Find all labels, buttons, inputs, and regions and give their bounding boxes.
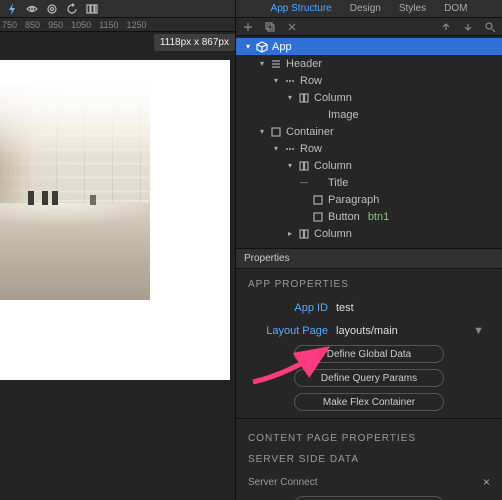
tree-node-label: Button [328, 211, 360, 223]
leaf-icon [312, 177, 324, 189]
side-panel: App Structure Design Styles DOM ▾ App ▾ Hea… [235, 0, 502, 500]
tree-node-app[interactable]: ▾ App [236, 38, 502, 55]
canvas-image[interactable] [0, 85, 150, 300]
tree-node-title[interactable]: — Title [236, 174, 502, 191]
prop-app-id: App ID test [236, 296, 502, 319]
chevron-down-icon[interactable]: ▾ [272, 144, 280, 153]
chevron-down-icon[interactable]: ▾ [244, 42, 252, 51]
square-icon [270, 126, 282, 138]
define-query-params-button[interactable]: Define Query Params [294, 369, 444, 387]
ruler-horizontal: 750 850 950 1050 1150 1250 [0, 18, 235, 32]
tree-node-row[interactable]: ▾ Row [236, 140, 502, 157]
prop-layout-page: Layout Page layouts/main ▼ [236, 319, 502, 342]
tree-node-button[interactable]: Button btn1 [236, 208, 502, 225]
select-server-action-button[interactable]: Select Server Action [294, 496, 444, 500]
tree-node-label: Column [314, 160, 352, 172]
group-app-properties: APP PROPERTIES [236, 269, 502, 296]
dots-icon [284, 75, 296, 87]
columns-icon[interactable] [86, 3, 98, 15]
tree-node-label: App [272, 41, 292, 53]
tab-dom[interactable]: DOM [444, 3, 467, 14]
properties-header: Properties [236, 248, 502, 269]
tree-node-id: btn1 [368, 211, 389, 223]
tree-node-image[interactable]: Image [236, 106, 502, 123]
chevron-down-icon[interactable]: ▼ [473, 325, 490, 337]
close-icon[interactable]: × [483, 475, 490, 489]
chevron-right-icon[interactable]: ▸ [286, 229, 294, 238]
tree-node-column[interactable]: ▾ Column [236, 157, 502, 174]
bars-icon [270, 58, 282, 70]
panel-toolbar [236, 18, 502, 36]
label-layout-page: Layout Page [248, 325, 328, 337]
tab-app-structure[interactable]: App Structure [271, 3, 332, 14]
tree-node-label: Title [328, 177, 348, 189]
properties-panel: APP PROPERTIES App ID test Layout Page l… [236, 269, 502, 500]
component-tree[interactable]: ▾ App ▾ Header ▾ Row ▾ Column Image ▾ Container ▾ Ro… [236, 36, 502, 248]
chevron-down-icon[interactable]: ▾ [258, 59, 266, 68]
column-icon [298, 92, 310, 104]
move-down-icon[interactable] [462, 21, 474, 33]
group-content-page: CONTENT PAGE PROPERTIES [236, 423, 502, 450]
eye-icon[interactable] [26, 3, 38, 15]
tree-node-label: Row [300, 75, 322, 87]
duplicate-icon[interactable] [264, 21, 276, 33]
lightning-icon[interactable] [6, 3, 18, 15]
target-icon[interactable] [46, 3, 58, 15]
chevron-down-icon[interactable]: ▾ [286, 93, 294, 102]
chevron-down-icon[interactable]: ▾ [272, 76, 280, 85]
tree-node-header[interactable]: ▾ Header [236, 55, 502, 72]
tab-styles[interactable]: Styles [399, 3, 426, 14]
group-server-side: SERVER SIDE DATA [236, 450, 502, 471]
tree-node-label: Column [314, 92, 352, 104]
tree-node-label: Header [286, 58, 322, 70]
tree-node-label: Image [328, 109, 359, 121]
server-connect-label: Server Connect [248, 477, 317, 488]
tree-node-row[interactable]: ▾ Row [236, 72, 502, 89]
canvas-preview: 750 850 950 1050 1150 1250 1118px x 867p… [0, 0, 235, 500]
tree-node-column[interactable]: ▸ Column [236, 225, 502, 242]
leaf-icon [312, 211, 324, 223]
label-app-id: App ID [248, 302, 328, 314]
make-flex-container-button[interactable]: Make Flex Container [294, 393, 444, 411]
move-up-icon[interactable] [440, 21, 452, 33]
column-icon [298, 160, 310, 172]
canvas-size-tooltip: 1118px x 867px [154, 34, 235, 51]
search-icon[interactable] [484, 21, 496, 33]
leaf-icon [312, 194, 324, 206]
chevron-down-icon[interactable]: ▾ [258, 127, 266, 136]
tree-node-label: Paragraph [328, 194, 379, 206]
chevron-down-icon[interactable]: ▾ [286, 161, 294, 170]
define-global-data-button[interactable]: Define Global Data [294, 345, 444, 363]
leaf-icon [312, 109, 324, 121]
dots-icon [284, 143, 296, 155]
delete-icon[interactable] [286, 21, 298, 33]
server-connect-row: Server Connect × [236, 471, 502, 493]
input-app-id[interactable]: test [336, 299, 490, 316]
tree-node-label: Container [286, 126, 334, 138]
tree-node-paragraph[interactable]: Paragraph [236, 191, 502, 208]
tab-design[interactable]: Design [350, 3, 381, 14]
canvas-toolbar [0, 0, 235, 18]
chevron-right-icon[interactable]: — [300, 178, 308, 187]
tree-node-container[interactable]: ▾ Container [236, 123, 502, 140]
add-icon[interactable] [242, 21, 254, 33]
tree-node-label: Row [300, 143, 322, 155]
tree-node-label: Column [314, 228, 352, 240]
column-icon [298, 228, 310, 240]
panel-tabs: App Structure Design Styles DOM [236, 0, 502, 18]
refresh-icon[interactable] [66, 3, 78, 15]
tree-node-column[interactable]: ▾ Column [236, 89, 502, 106]
input-layout-page[interactable]: layouts/main [336, 322, 465, 339]
cube-icon [256, 41, 268, 53]
